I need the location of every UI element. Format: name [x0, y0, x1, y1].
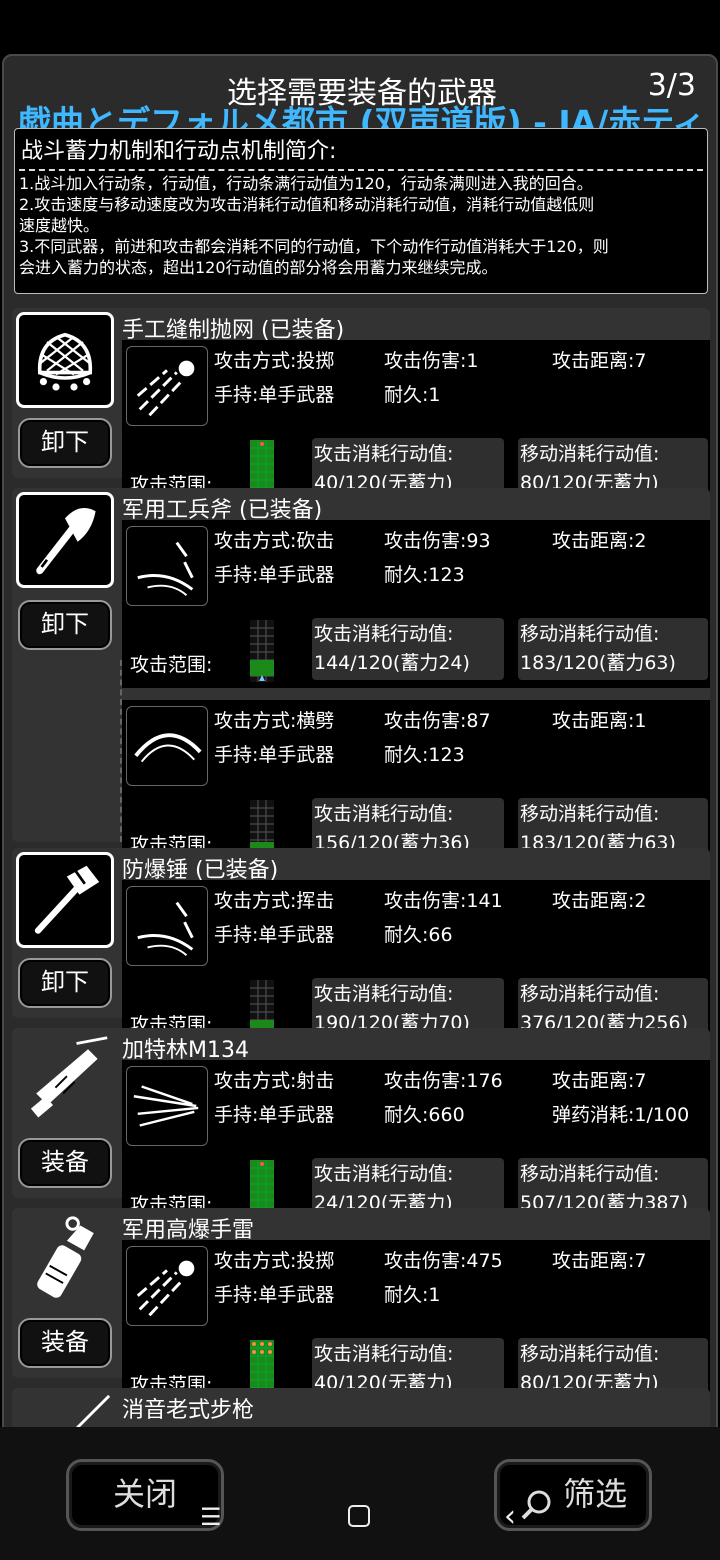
weapon-card: 卸下 防爆锤 (已装备) 攻击方式:挥击 攻击伤害:141 攻击距离:2 手持:…	[12, 848, 710, 1048]
attack-distance: 攻击距离:7	[552, 350, 647, 372]
ammo-cost: 弹药消耗:1/100	[552, 1104, 690, 1126]
bottom-bar: 关闭 筛选 ☰ ‹	[0, 1427, 720, 1560]
attack-cost-label: 攻击消耗行动值:	[314, 803, 454, 825]
hold-type: 手持:单手武器	[214, 1284, 335, 1306]
intro-line: 速度越快。	[19, 216, 100, 235]
attack-cost-label: 攻击消耗行动值:	[314, 443, 454, 465]
attack-type: 攻击方式:挥击	[214, 890, 335, 912]
durability: 耐久:66	[384, 924, 453, 946]
sweep-attack-icon	[126, 706, 208, 786]
menu-icon[interactable]: ☰	[200, 1503, 222, 1531]
grenade-icon[interactable]	[16, 1212, 114, 1308]
move-cost-label: 移动消耗行动值:	[520, 1343, 660, 1365]
hammer-icon[interactable]	[16, 852, 114, 948]
intro-line: 3.不同武器，前进和攻击都会消耗不同的行动值，下个动作行动值消耗大于120，则	[19, 237, 609, 256]
chop-attack-icon	[126, 526, 208, 606]
intro-line: 2.攻击速度与移动速度改为攻击消耗行动值和移动消耗行动值，消耗行动值越低则	[19, 195, 595, 214]
durability: 耐久:1	[384, 384, 441, 406]
shoot-attack-icon	[126, 1066, 208, 1146]
attack-type: 攻击方式:砍击	[214, 530, 335, 552]
move-cost-value: 183/120(蓄力63)	[520, 652, 676, 674]
durability: 耐久:660	[384, 1104, 465, 1126]
intro-line: 1.战斗加入行动条，行动值，行动条满行动值为120，行动条满则进入我的回合。	[19, 174, 593, 193]
move-cost-label: 移动消耗行动值:	[520, 623, 660, 645]
attack-damage: 攻击伤害:1	[384, 350, 479, 372]
attack-distance: 攻击距离:7	[552, 1250, 647, 1272]
attack-mode: 攻击方式:挥击 攻击伤害:141 攻击距离:2 手持:单手武器 耐久:66 攻击…	[122, 880, 710, 1048]
attack-cost-label: 攻击消耗行动值:	[314, 983, 454, 1005]
attack-cost-value: 144/120(蓄力24)	[314, 652, 470, 674]
attack-damage: 攻击伤害:176	[384, 1070, 503, 1092]
range-label: 攻击范围:	[130, 654, 213, 676]
attack-mode: 攻击方式:射击 攻击伤害:176 攻击距离:7 手持:单手武器 耐久:660 弹…	[122, 1060, 710, 1228]
status-bar-area	[0, 0, 720, 54]
attack-cost: 攻击消耗行动值: 144/120(蓄力24)	[312, 618, 504, 680]
home-icon[interactable]	[348, 1505, 370, 1527]
weapon-card: 装备 加特林M134 攻击方式:射击 攻击伤害:176 攻击距离:7 手持:单手…	[12, 1028, 710, 1228]
throw-attack-icon	[126, 1246, 208, 1326]
attack-cost-label: 攻击消耗行动值:	[314, 623, 454, 645]
attack-damage: 攻击伤害:87	[384, 710, 491, 732]
move-cost-label: 移动消耗行动值:	[520, 1163, 660, 1185]
hold-type: 手持:单手武器	[214, 744, 335, 766]
weapon-select-dialog: 选择需要装备的武器 3/3 戯曲とデフォルメ都市 (双声道版) - IA/赤ティ…	[2, 54, 718, 1454]
mechanics-intro: 战斗蓄力机制和行动点机制简介: 1.战斗加入行动条，行动值，行动条满行动值为12…	[14, 128, 708, 294]
throw-attack-icon	[126, 346, 208, 426]
attack-mode: 攻击方式:砍击 攻击伤害:93 攻击距离:2 手持:单手武器 耐久:123 攻击…	[122, 520, 710, 688]
attack-damage: 攻击伤害:141	[384, 890, 503, 912]
equip-button[interactable]: 装备	[18, 1138, 112, 1188]
equip-button[interactable]: 装备	[18, 1318, 112, 1368]
unequip-button[interactable]: 卸下	[18, 418, 112, 468]
hold-type: 手持:单手武器	[214, 564, 335, 586]
attack-distance: 攻击距离:2	[552, 530, 647, 552]
durability: 耐久:1	[384, 1284, 441, 1306]
attack-mode: 攻击方式:投掷 攻击伤害:1 攻击距离:7 手持:单手武器 耐久:1 攻击范围:…	[122, 340, 710, 508]
intro-line: 会进入蓄力的状态，超出120行动值的部分将会用蓄力来继续完成。	[19, 258, 498, 277]
durability: 耐久:123	[384, 744, 465, 766]
move-cost-label: 移动消耗行动值:	[520, 803, 660, 825]
unequip-button[interactable]: 卸下	[18, 958, 112, 1008]
weapon-card: 卸下 军用工兵斧 (已装备) 攻击方式:砍击 攻击伤害:93 攻击距离:2 手持…	[12, 488, 710, 868]
hold-type: 手持:单手武器	[214, 924, 335, 946]
attack-mode: 攻击方式:横劈 攻击伤害:87 攻击距离:1 手持:单手武器 耐久:123 攻击…	[122, 700, 710, 868]
intro-heading: 战斗蓄力机制和行动点机制简介:	[21, 139, 337, 164]
attack-distance: 攻击距离:1	[552, 710, 647, 732]
attack-mode: 攻击方式:投掷 攻击伤害:475 攻击距离:7 手持:单手武器 耐久:1 攻击范…	[122, 1240, 710, 1408]
attack-damage: 攻击伤害:475	[384, 1250, 503, 1272]
filter-button[interactable]: 筛选	[494, 1459, 652, 1531]
attack-cost-label: 攻击消耗行动值:	[314, 1163, 454, 1185]
weapon-card: 装备 军用高爆手雷 攻击方式:投掷 攻击伤害:475 攻击距离:7 手持:单手武…	[12, 1208, 710, 1408]
attack-distance: 攻击距离:7	[552, 1070, 647, 1092]
back-icon[interactable]: ‹	[504, 1499, 516, 1534]
unequip-button[interactable]: 卸下	[18, 600, 112, 650]
attack-cost-label: 攻击消耗行动值:	[314, 1343, 454, 1365]
hold-type: 手持:单手武器	[214, 384, 335, 406]
move-cost: 移动消耗行动值: 183/120(蓄力63)	[518, 618, 708, 680]
attack-damage: 攻击伤害:93	[384, 530, 491, 552]
move-cost-label: 移动消耗行动值:	[520, 443, 660, 465]
gatling-icon[interactable]	[16, 1032, 114, 1128]
durability: 耐久:123	[384, 564, 465, 586]
swing-attack-icon	[126, 886, 208, 966]
move-cost-label: 移动消耗行动值:	[520, 983, 660, 1005]
divider	[19, 169, 703, 171]
attack-type: 攻击方式:射击	[214, 1070, 335, 1092]
filter-label: 筛选	[563, 1475, 628, 1513]
attack-type: 攻击方式:横劈	[214, 710, 335, 732]
attack-type: 攻击方式:投掷	[214, 1250, 335, 1272]
weapon-name: 消音老式步枪	[122, 1398, 255, 1423]
attack-distance: 攻击距离:2	[552, 890, 647, 912]
magnifier-icon	[519, 1479, 553, 1520]
attack-type: 攻击方式:投掷	[214, 350, 335, 372]
net-icon[interactable]	[16, 312, 114, 408]
range-grid-icon	[250, 620, 274, 682]
axe-icon[interactable]	[16, 492, 114, 588]
hold-type: 手持:单手武器	[214, 1104, 335, 1126]
weapon-card: 卸下 手工缝制抛网 (已装备) 攻击方式:投掷 攻击伤害:1 攻击距离:7 手持…	[12, 308, 710, 508]
